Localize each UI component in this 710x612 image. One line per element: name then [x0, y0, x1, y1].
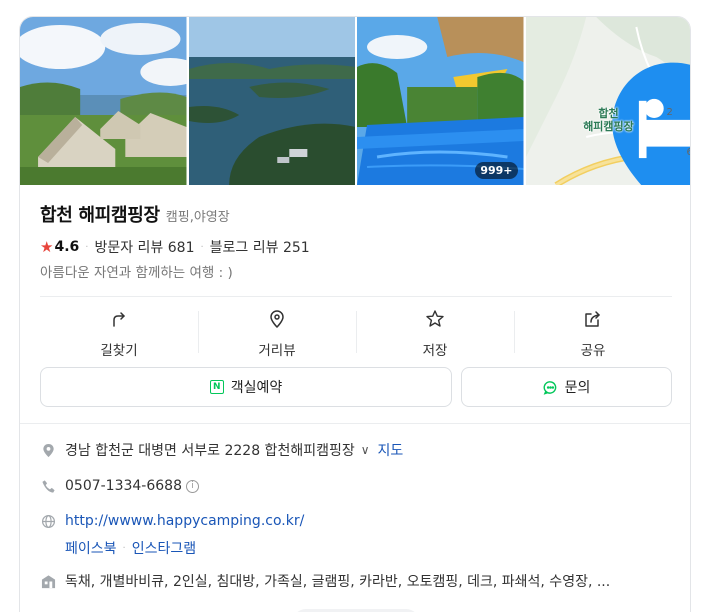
share-icon	[585, 311, 600, 327]
street-view-button[interactable]: 거리뷰	[198, 307, 356, 359]
divider	[40, 296, 672, 297]
map-road-number: 6	[687, 147, 691, 158]
photo-swimming-pool[interactable]: 999+	[357, 17, 524, 185]
map-road-number: 2	[666, 107, 673, 118]
title-row: 합천 해피캠핑장 캠핑,야영장	[40, 201, 230, 227]
place-category: 캠핑,야영장	[165, 210, 230, 225]
street-view-icon	[270, 310, 284, 329]
website-row: http://wwww.happycamping.co.kr/	[40, 513, 304, 529]
instagram-link[interactable]: 인스타그램	[132, 538, 196, 558]
info-icon[interactable]: i	[186, 479, 199, 493]
directions-icon	[113, 312, 125, 327]
inquiry-label: 문의	[564, 380, 591, 396]
place-description: 아름다운 자연과 함께하는 여행 : )	[40, 265, 233, 281]
address-text[interactable]: 경남 합천군 대병면 서부로 2228 합천해피캠핑장	[65, 440, 355, 460]
star-icon	[426, 310, 444, 327]
action-bar: 길찾기 거리뷰 저장 공유	[40, 307, 672, 359]
phone-number[interactable]: 0507-1334-6688	[65, 478, 182, 494]
separator-dot: ·	[200, 241, 204, 253]
globe-icon	[40, 513, 56, 529]
share-label: 공유	[580, 343, 606, 359]
chat-bubble-icon	[543, 380, 556, 395]
directions-button[interactable]: 길찾기	[40, 307, 198, 359]
photo-count-badge[interactable]: 999+	[475, 162, 518, 179]
photo-strip: 999+ 합천 해피캠핑장 2	[20, 17, 691, 185]
divider	[20, 423, 690, 424]
place-card: 999+ 합천 해피캠핑장 2 합천 해피캠핑장 캠핑,야영장 ★ 4.6 · …	[19, 16, 691, 612]
separator-dot: ·	[85, 241, 89, 253]
photo-glamping-tents[interactable]	[20, 17, 187, 185]
review-stats: ★ 4.6 · 방문자 리뷰 681 · 블로그 리뷰 251	[40, 237, 310, 257]
photo-lake-aerial[interactable]	[188, 17, 355, 185]
facebook-link[interactable]: 페이스북	[65, 538, 117, 558]
amenities-icon	[40, 573, 56, 589]
social-links: 페이스북 · 인스타그램	[65, 538, 196, 558]
map-link[interactable]: 지도	[378, 440, 404, 460]
room-booking-label: 객실예약	[230, 380, 283, 396]
save-label: 저장	[422, 343, 448, 359]
share-button[interactable]: 공유	[514, 307, 672, 359]
place-name[interactable]: 합천 해피캠핑장	[40, 201, 160, 227]
directions-label: 길찾기	[100, 343, 138, 359]
naver-booking-icon: N	[209, 380, 224, 394]
visitor-reviews-link[interactable]: 방문자 리뷰 681	[94, 237, 194, 257]
map-label: 합천 해피캠핑장	[583, 107, 634, 133]
rating-star-icon: ★	[40, 238, 54, 256]
inquiry-button[interactable]: 문의	[461, 367, 672, 407]
address-row: 경남 합천군 대병면 서부로 2228 합천해피캠핑장 ∨ 지도	[40, 440, 403, 460]
room-booking-button[interactable]: N 객실예약	[40, 367, 452, 407]
amenities-text[interactable]: 독채, 개별바비큐, 2인실, 침대방, 가족실, 글램핑, 카라반, 오토캠핑…	[65, 571, 610, 591]
rating-value: 4.6	[54, 239, 80, 255]
phone-row: 0507-1334-6688 i	[40, 478, 199, 494]
blog-reviews-link[interactable]: 블로그 리뷰 251	[210, 237, 310, 257]
phone-icon	[40, 478, 56, 494]
separator-dot: ·	[122, 542, 126, 554]
chevron-down-icon[interactable]: ∨	[361, 443, 370, 457]
amenities-row: 독채, 개별바비큐, 2인실, 침대방, 가족실, 글램핑, 카라반, 오토캠핑…	[40, 571, 610, 591]
location-pin-icon	[40, 442, 56, 458]
street-view-label: 거리뷰	[258, 343, 296, 359]
website-link[interactable]: http://wwww.happycamping.co.kr/	[65, 513, 304, 529]
save-button[interactable]: 저장	[356, 307, 514, 359]
map-thumbnail[interactable]: 합천 해피캠핑장 2 6	[525, 17, 691, 185]
